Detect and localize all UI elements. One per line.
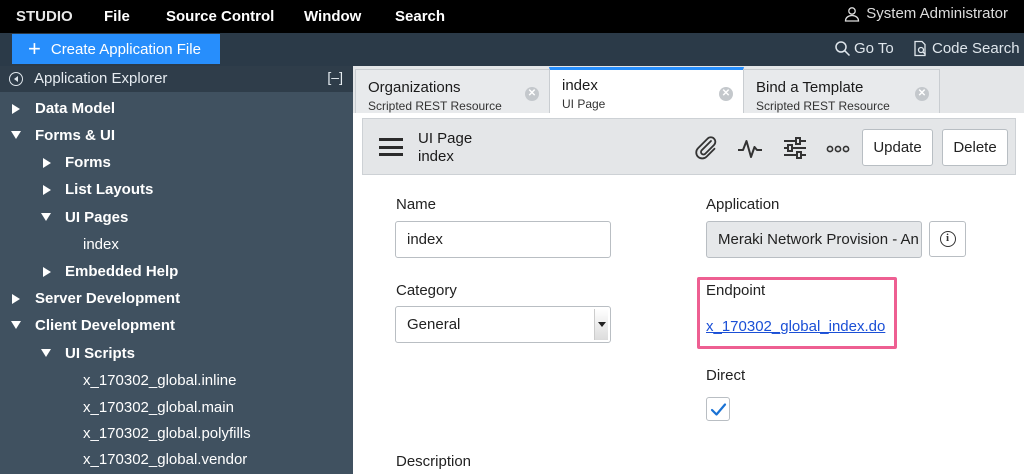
collapse-all-button[interactable]: [–] bbox=[327, 69, 343, 85]
plus-icon: + bbox=[28, 36, 41, 61]
application-explorer-header: Application Explorer [–] bbox=[0, 66, 353, 92]
settings-sliders-icon[interactable] bbox=[782, 135, 808, 161]
chevron-down-icon bbox=[594, 309, 608, 340]
user-name: System Administrator bbox=[866, 5, 1008, 22]
tab-title: Bind a Template bbox=[756, 79, 864, 96]
go-to-label: Go To bbox=[854, 40, 894, 57]
close-tab-icon[interactable]: ✕ bbox=[915, 87, 929, 101]
tree-item-embedded-help[interactable]: Embedded Help bbox=[65, 263, 178, 280]
tree-item-inline-script[interactable]: x_170302_global.inline bbox=[83, 372, 236, 389]
category-select[interactable]: General bbox=[395, 306, 611, 343]
create-button-label: Create Application File bbox=[50, 40, 201, 58]
name-field[interactable]: index bbox=[395, 221, 611, 258]
category-selected-value: General bbox=[407, 316, 461, 333]
activity-pulse-icon[interactable] bbox=[737, 135, 763, 161]
go-to-button[interactable]: Go To bbox=[834, 40, 894, 57]
form-record-name: index bbox=[418, 148, 454, 165]
tree-item-server-development[interactable]: Server Development bbox=[35, 290, 180, 307]
tree-item-ui-scripts[interactable]: UI Scripts bbox=[65, 345, 135, 362]
studio-toolbar: + Create Application File Go To Code Sea… bbox=[0, 33, 1024, 66]
expand-right-icon[interactable] bbox=[43, 267, 51, 277]
tree-item-list-layouts[interactable]: List Layouts bbox=[65, 181, 153, 198]
search-icon bbox=[835, 41, 851, 57]
name-label: Name bbox=[396, 196, 437, 213]
tab-index[interactable]: index UI Page ✕ bbox=[549, 67, 744, 113]
collapse-down-icon[interactable] bbox=[41, 213, 51, 221]
tab-bind-a-template[interactable]: Bind a Template Scripted REST Resource ✕ bbox=[743, 69, 940, 113]
top-menu-bar: STUDIO File Source Control Window Search… bbox=[0, 0, 1024, 33]
tree-item-ui-pages[interactable]: UI Pages bbox=[65, 209, 128, 226]
tab-organizations[interactable]: Organizations Scripted REST Resource ✕ bbox=[355, 69, 550, 113]
application-label: Application bbox=[706, 196, 780, 213]
expand-right-icon[interactable] bbox=[43, 158, 51, 168]
application-field: Meraki Network Provision - An bbox=[706, 221, 922, 258]
back-circle-icon[interactable] bbox=[9, 72, 23, 86]
user-icon bbox=[845, 6, 860, 22]
collapse-down-icon[interactable] bbox=[11, 321, 21, 329]
close-tab-icon[interactable]: ✕ bbox=[719, 87, 733, 101]
editor-tab-strip: Organizations Scripted REST Resource ✕ i… bbox=[353, 66, 1024, 113]
category-label: Category bbox=[396, 282, 457, 299]
user-menu[interactable]: System Administrator bbox=[844, 5, 1008, 22]
tree-item-forms-ui[interactable]: Forms & UI bbox=[35, 127, 115, 144]
application-explorer-sidebar: Application Explorer [–] Data Model Form… bbox=[0, 66, 353, 474]
tab-title: index bbox=[562, 77, 598, 94]
menu-window[interactable]: Window bbox=[304, 8, 361, 25]
direct-checkbox[interactable] bbox=[706, 397, 730, 421]
tree-item-data-model[interactable]: Data Model bbox=[35, 100, 115, 117]
collapse-down-icon[interactable] bbox=[41, 349, 51, 357]
description-label: Description bbox=[396, 453, 472, 470]
expand-right-icon[interactable] bbox=[12, 294, 20, 304]
expand-right-icon[interactable] bbox=[12, 104, 20, 114]
application-explorer-title: Application Explorer bbox=[34, 70, 168, 87]
info-icon: i bbox=[939, 231, 956, 247]
tree-item-forms[interactable]: Forms bbox=[65, 154, 111, 171]
code-search-button[interactable]: Code Search bbox=[912, 40, 1020, 57]
tree-item-main-script[interactable]: x_170302_global.main bbox=[83, 399, 234, 416]
hamburger-menu-icon[interactable] bbox=[379, 138, 403, 156]
menu-file[interactable]: File bbox=[104, 8, 130, 25]
menu-search[interactable]: Search bbox=[395, 8, 445, 25]
tab-subtitle: Scripted REST Resource bbox=[756, 99, 890, 113]
create-application-file-button[interactable]: + Create Application File bbox=[12, 34, 220, 64]
code-search-icon bbox=[914, 40, 926, 57]
application-info-button[interactable]: i bbox=[929, 221, 966, 257]
code-search-label: Code Search bbox=[932, 40, 1020, 57]
close-tab-icon[interactable]: ✕ bbox=[525, 87, 539, 101]
menu-source-control[interactable]: Source Control bbox=[166, 8, 274, 25]
tree-item-vendor-script[interactable]: x_170302_global.vendor bbox=[83, 451, 247, 468]
endpoint-link[interactable]: x_170302_global_index.do bbox=[706, 318, 885, 335]
endpoint-label: Endpoint bbox=[706, 282, 766, 299]
tree-item-index[interactable]: index bbox=[83, 236, 119, 253]
form-header: UI Page index Update Delete bbox=[362, 118, 1016, 175]
tab-subtitle: Scripted REST Resource bbox=[368, 99, 502, 113]
form-record-type: UI Page bbox=[418, 130, 473, 147]
tree-item-polyfills-script[interactable]: x_170302_global.polyfills bbox=[83, 425, 251, 442]
paperclip-icon[interactable] bbox=[693, 135, 719, 161]
studio-brand[interactable]: STUDIO bbox=[16, 8, 73, 25]
checkmark-icon bbox=[710, 403, 727, 416]
tab-subtitle: UI Page bbox=[562, 97, 606, 111]
more-options-icon[interactable] bbox=[825, 135, 851, 161]
direct-label: Direct bbox=[706, 367, 746, 384]
expand-right-icon[interactable] bbox=[43, 185, 51, 195]
delete-button[interactable]: Delete bbox=[942, 129, 1008, 166]
tree-item-client-development[interactable]: Client Development bbox=[35, 317, 175, 334]
update-button[interactable]: Update bbox=[862, 129, 933, 166]
collapse-down-icon[interactable] bbox=[11, 131, 21, 139]
tab-title: Organizations bbox=[368, 79, 461, 96]
